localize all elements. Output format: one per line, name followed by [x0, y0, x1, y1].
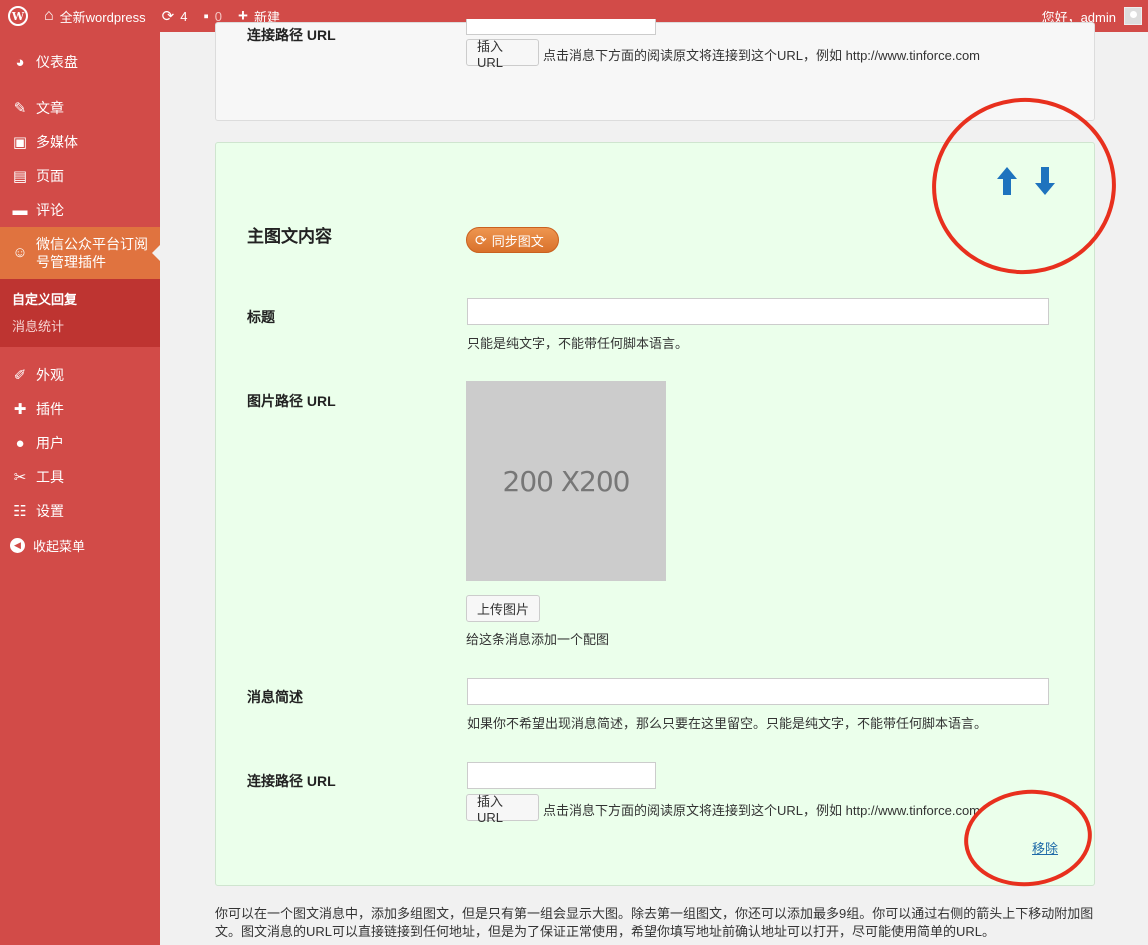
sidebar-item-dashboard[interactable]: ◕ 仪表盘 [0, 45, 160, 79]
sync-button-label: 同步图文 [491, 233, 544, 249]
admin-sidebar: ◕ 仪表盘 ✎ 文章 ▣ 多媒体 ▤ 页面 ▬ 评论 ☺ 微信公众平台订阅号管理… [0, 32, 160, 945]
sidebar-item-plugins[interactable]: ✚ 插件 [0, 392, 160, 426]
updates-menu[interactable]: ⟳ 4 [154, 0, 196, 32]
collapse-icon: ◀ [10, 537, 25, 553]
url-help-text: 点击消息下方面的阅读原文将连接到这个URL，例如 http://www.tinf… [543, 803, 980, 818]
dashboard-icon: ◕ [15, 53, 25, 71]
sidebar-item-label: 微信公众平台订阅号管理插件 [36, 236, 148, 270]
upload-image-button[interactable]: 上传图片 [466, 595, 540, 622]
submenu-item-message-stats[interactable]: 消息统计 [0, 312, 160, 339]
insert-url-button[interactable]: 插入URL [466, 794, 539, 825]
url-label: 连接路径 URL [247, 27, 336, 43]
user-icon: ● [15, 434, 25, 452]
sidebar-item-settings[interactable]: ☷ 设置 [0, 494, 160, 528]
sidebar-item-comments[interactable]: ▬ 评论 [0, 193, 160, 227]
footer-note: 你可以在一个图文消息中，添加多组图文，但是只有第一组会显示大图。除去第一组图文，… [215, 906, 1094, 939]
sidebar-item-media[interactable]: ▣ 多媒体 [0, 125, 160, 159]
sync-news-button[interactable]: ⟳ 同步图文 [466, 227, 559, 253]
summary-help-text: 如果你不希望出现消息简述，那么只要在这里留空。只能是纯文字，不能带任何脚本语言。 [467, 716, 988, 731]
comment-icon: ▪ [203, 7, 209, 25]
sidebar-item-label: 外观 [36, 367, 64, 383]
sidebar-item-label: 评论 [36, 202, 64, 218]
image-placeholder-text: 200 X200 [502, 464, 631, 498]
sidebar-item-label: 文章 [36, 100, 64, 116]
updates-count: 4 [180, 8, 188, 24]
image-help-text: 给这条消息添加一个配图 [466, 632, 610, 647]
previous-news-panel: 连接路径 URL 插入URL 点击消息下方面的阅读原文将连接到这个URL，例如 … [215, 19, 1095, 121]
main-news-panel: 主图文内容 ⟳ 同步图文 标题 只能是纯文字，不能带任何脚本语言。 图片路径 U… [215, 142, 1095, 886]
wordpress-icon: W [8, 6, 28, 26]
sync-icon: ⟳ [475, 231, 487, 248]
wp-logo-menu[interactable]: W [0, 0, 36, 32]
title-input[interactable] [467, 298, 1049, 325]
url-input[interactable] [466, 19, 656, 35]
url-label: 连接路径 URL [247, 773, 336, 789]
sidebar-item-pages[interactable]: ▤ 页面 [0, 159, 160, 193]
sidebar-item-posts[interactable]: ✎ 文章 [0, 91, 160, 125]
sidebar-item-label: 仪表盘 [36, 54, 78, 70]
sidebar-item-tools[interactable]: ✂ 工具 [0, 460, 160, 494]
url-help-text: 点击消息下方面的阅读原文将连接到这个URL，例如 http://www.tinf… [543, 48, 980, 63]
weixin-icon: ☺ [12, 244, 28, 261]
insert-url-button[interactable]: 插入URL [466, 39, 539, 70]
url-input[interactable] [467, 762, 656, 789]
sidebar-item-users[interactable]: ● 用户 [0, 426, 160, 460]
image-url-label: 图片路径 URL [247, 393, 336, 409]
collapse-menu-label: 收起菜单 [33, 538, 86, 554]
summary-label: 消息简述 [247, 689, 303, 705]
title-help-text: 只能是纯文字，不能带任何脚本语言。 [467, 336, 689, 351]
menu-separator [0, 347, 160, 358]
sidebar-item-label: 用户 [36, 435, 64, 451]
section-title: 主图文内容 [247, 227, 332, 246]
menu-separator [0, 79, 160, 91]
weixin-submenu: 自定义回复 消息统计 [0, 279, 160, 347]
site-name-menu[interactable]: ⌂ 全新wordpress [36, 0, 154, 32]
comment-icon: ▬ [12, 201, 28, 219]
media-icon: ▣ [12, 134, 28, 151]
page-icon: ▤ [12, 168, 28, 185]
sidebar-item-appearance[interactable]: ✐ 外观 [0, 358, 160, 392]
home-icon: ⌂ [44, 7, 54, 24]
collapse-menu-button[interactable]: ◀ 收起菜单 [0, 528, 160, 562]
pin-icon: ✎ [13, 100, 27, 117]
sidebar-item-weixin-plugin[interactable]: ☺ 微信公众平台订阅号管理插件 [0, 227, 160, 279]
wrench-icon: ✂ [13, 469, 27, 486]
title-label: 标题 [247, 309, 275, 325]
updates-icon: ⟳ [161, 8, 175, 25]
settings-icon: ☷ [13, 503, 27, 520]
site-name: 全新wordpress [59, 9, 146, 25]
image-placeholder: 200 X200 [466, 381, 666, 581]
sidebar-item-label: 页面 [36, 168, 64, 184]
sidebar-item-label: 设置 [36, 503, 64, 519]
submenu-item-custom-reply[interactable]: 自定义回复 [0, 285, 160, 312]
sidebar-item-label: 插件 [36, 401, 64, 417]
brush-icon: ✐ [13, 367, 27, 384]
plugin-icon: ✚ [13, 401, 27, 418]
sidebar-item-label: 多媒体 [36, 134, 78, 150]
summary-input[interactable] [467, 678, 1049, 705]
sidebar-item-label: 工具 [36, 469, 64, 485]
avatar [1124, 7, 1142, 25]
